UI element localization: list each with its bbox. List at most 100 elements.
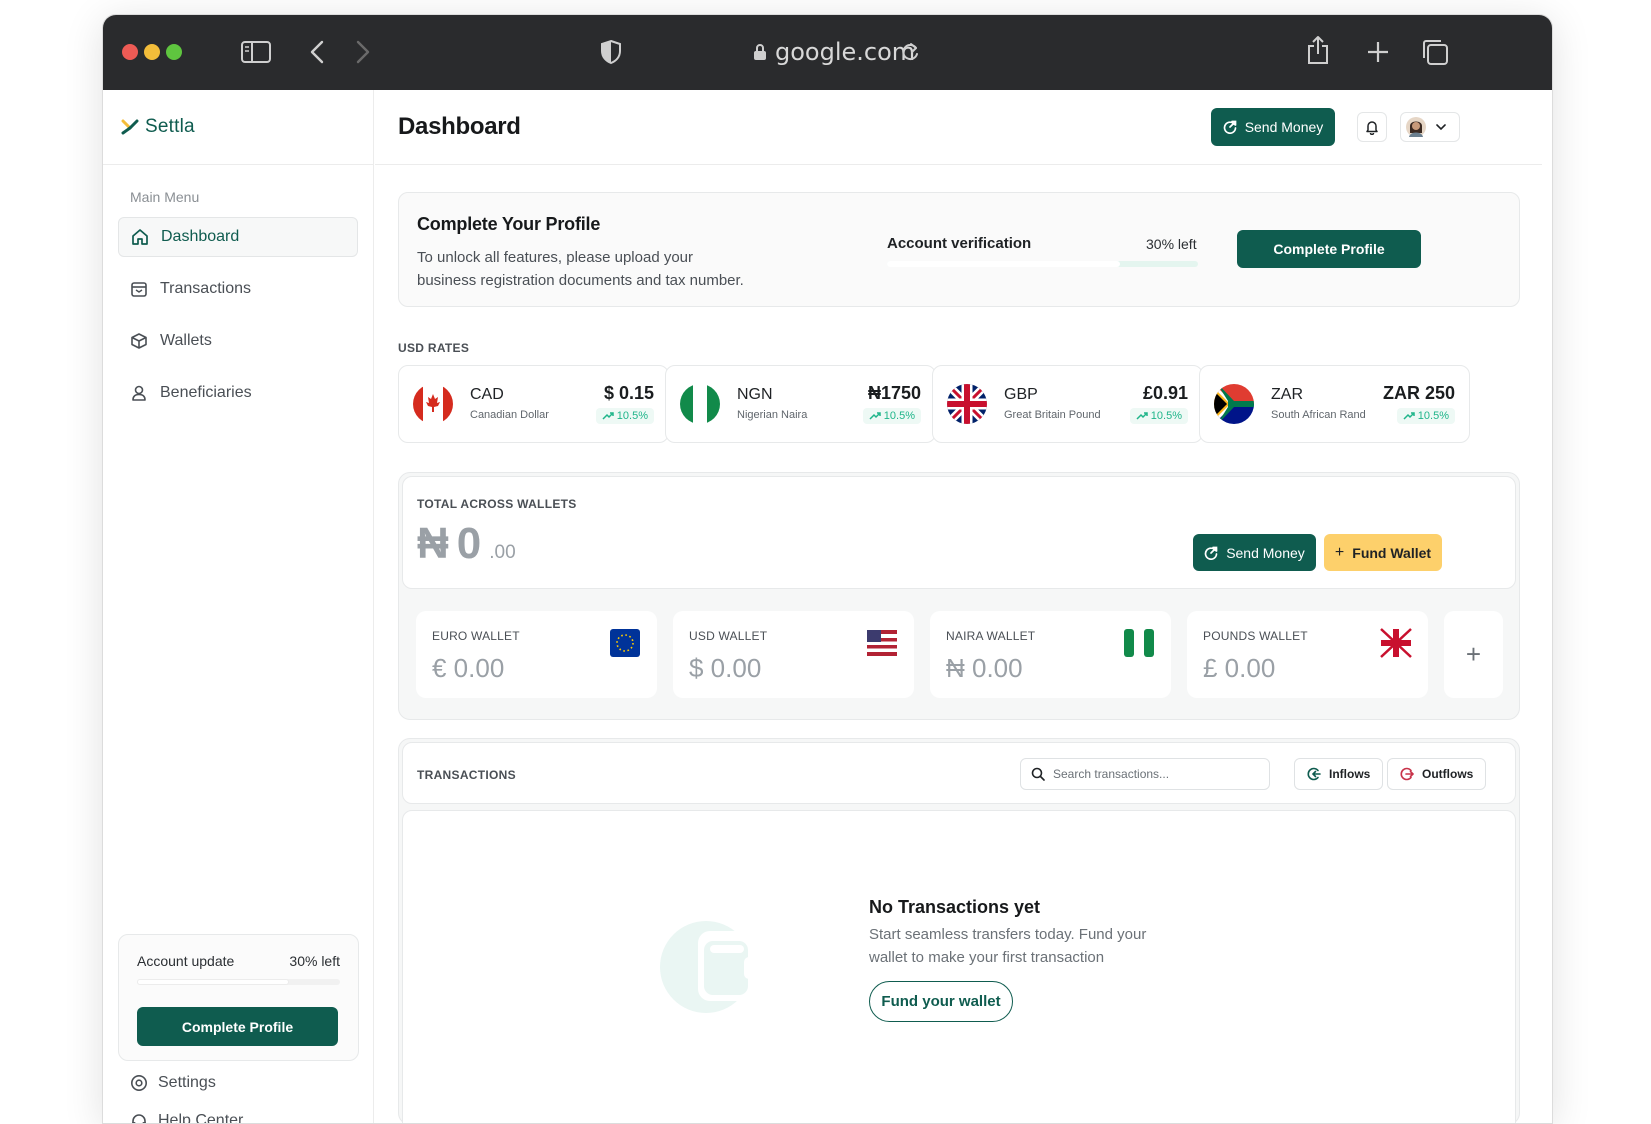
- complete-profile-button[interactable]: Complete Profile: [1237, 230, 1421, 268]
- header-send-money-button[interactable]: Send Money: [1211, 108, 1335, 146]
- wallet-label: NAIRA WALLET: [946, 629, 1036, 643]
- total-caption: TOTAL ACROSS WALLETS: [417, 497, 577, 511]
- url-text: google.com: [775, 38, 916, 66]
- sidebar-item-beneficiaries[interactable]: Beneficiaries: [118, 373, 358, 413]
- total-whole: 0: [456, 519, 482, 568]
- rate-code: GBP: [1004, 386, 1038, 403]
- description-line: To unlock all features, please upload yo…: [417, 249, 694, 266]
- user-menu[interactable]: [1400, 112, 1460, 142]
- send-money-label: Send Money: [1244, 119, 1324, 135]
- account-update-progress-fill: [137, 979, 290, 985]
- fund-your-wallet-button[interactable]: Fund your wallet: [869, 981, 1013, 1022]
- fund-wallet-button[interactable]: + Fund Wallet: [1324, 534, 1442, 571]
- sidebar: Settla Main Menu Dashboard Transactions: [103, 90, 374, 1124]
- sidebar-item-label: Wallets: [160, 332, 212, 349]
- rate-card-zar[interactable]: ZAR South African Rand ZAR 250 10.5%: [1199, 365, 1470, 443]
- brand-name: Settla: [145, 116, 195, 137]
- wallet-card-pounds[interactable]: POUNDS WALLET £ 0.00: [1187, 611, 1428, 698]
- settla-logo-icon: [121, 119, 139, 135]
- total-balance-panel: TOTAL ACROSS WALLETS ₦ 0 .00 Send Money …: [402, 476, 1516, 589]
- maximize-window-button[interactable]: [166, 44, 182, 60]
- account-update-label: Account update: [137, 953, 235, 969]
- sidebar-item-wallets[interactable]: Wallets: [118, 321, 358, 361]
- complete-profile-title: Complete Your Profile: [417, 214, 601, 234]
- privacy-shield-icon[interactable]: [600, 39, 622, 65]
- rate-value: $ 0.15: [603, 383, 654, 403]
- rate-card-ngn[interactable]: NGN Nigerian Naira ₦1750 10.5%: [665, 365, 936, 443]
- wallet-amount: ₦ 0.00: [946, 653, 1023, 683]
- sidebar-item-transactions[interactable]: Transactions: [118, 269, 358, 309]
- inflows-label: Inflows: [1329, 767, 1371, 781]
- outflows-filter-button[interactable]: Outflows: [1387, 758, 1487, 790]
- wallet-amount: $ 0.00: [689, 653, 762, 683]
- empty-wallet-illustration-icon: [660, 921, 756, 1013]
- settings-label: Settings: [158, 1074, 216, 1091]
- total-currency: ₦: [417, 519, 449, 568]
- rate-name: Canadian Dollar: [470, 409, 549, 421]
- notifications-button[interactable]: [1357, 112, 1387, 142]
- rate-change-value: 10.5%: [1417, 410, 1449, 422]
- sidebar-complete-profile-button[interactable]: Complete Profile: [137, 1007, 338, 1046]
- wallet-amount: £ 0.00: [1203, 653, 1276, 683]
- search-input[interactable]: [1053, 767, 1253, 781]
- rate-change-badge: 10.5%: [1129, 408, 1188, 424]
- wallet-label: POUNDS WALLET: [1203, 629, 1308, 643]
- wallet-label: USD WALLET: [689, 629, 768, 643]
- cube-icon: [131, 333, 147, 349]
- rate-code: ZAR: [1271, 386, 1303, 403]
- wallets-section: TOTAL ACROSS WALLETS ₦ 0 .00 Send Money …: [398, 472, 1520, 720]
- account-update-progress: [137, 979, 340, 985]
- complete-profile-description: To unlock all features, please upload yo…: [417, 246, 744, 292]
- nigeria-flag-icon: [680, 384, 720, 424]
- account-update-left: 30% left: [289, 953, 340, 969]
- help-center-label: Help Center: [158, 1112, 244, 1124]
- description-line: business registration documents and tax …: [417, 272, 744, 289]
- account-verification-progress-fill: [887, 261, 1121, 267]
- transactions-section: TRANSACTIONS Inflows: [398, 738, 1520, 1123]
- main-menu-caption: Main Menu: [130, 189, 200, 205]
- trend-up-icon: [1403, 412, 1415, 420]
- account-update-card: Account update 30% left Complete Profile: [118, 934, 359, 1061]
- sidebar-item-dashboard[interactable]: Dashboard: [118, 217, 358, 257]
- address-bar[interactable]: google.com: [753, 35, 915, 69]
- inflows-filter-button[interactable]: Inflows: [1294, 758, 1384, 790]
- browser-toolbar: google.com: [103, 15, 1552, 90]
- search-transactions[interactable]: [1020, 758, 1270, 790]
- search-icon: [1031, 767, 1045, 781]
- add-wallet-button[interactable]: +: [1444, 611, 1503, 698]
- wallet-card-usd[interactable]: USD WALLET $ 0.00: [673, 611, 914, 698]
- rate-name: Great Britain Pound: [1004, 409, 1101, 421]
- help-center-link[interactable]: Help Center: [130, 1112, 244, 1124]
- account-verification-label: Account verification: [887, 235, 1032, 252]
- sidebar-toggle-icon[interactable]: [241, 41, 271, 63]
- reload-icon[interactable]: [900, 41, 920, 63]
- back-arrow-icon[interactable]: [310, 40, 324, 64]
- wallet-card-naira[interactable]: NAIRA WALLET ₦ 0.00: [930, 611, 1171, 698]
- rate-card-gbp[interactable]: GBP Great Britain Pound £0.91 10.5%: [932, 365, 1203, 443]
- settings-link[interactable]: Settings: [130, 1074, 216, 1092]
- user-icon: [132, 385, 146, 401]
- uk-flag-icon: [947, 384, 987, 424]
- wallet-card-euro[interactable]: EURO WALLET € 0.00: [416, 611, 657, 698]
- account-verification-progress: [887, 261, 1198, 267]
- share-icon[interactable]: [1306, 35, 1330, 65]
- wallet-label: EURO WALLET: [432, 629, 520, 643]
- calendar-icon: [131, 282, 147, 297]
- transactions-empty-state: No Transactions yet Start seamless trans…: [402, 810, 1516, 1123]
- rate-name: South African Rand: [1271, 409, 1366, 421]
- minimize-window-button[interactable]: [144, 44, 160, 60]
- new-tab-icon[interactable]: [1366, 40, 1390, 64]
- send-icon: [1223, 120, 1237, 134]
- plus-icon: +: [1334, 543, 1345, 561]
- close-window-button[interactable]: [122, 44, 138, 60]
- wallet-send-money-button[interactable]: Send Money: [1193, 534, 1316, 571]
- forward-arrow-icon[interactable]: [356, 40, 370, 64]
- rate-value: ZAR 250: [1382, 383, 1455, 403]
- account-verification-left: 30% left: [1146, 236, 1197, 252]
- rate-card-cad[interactable]: CAD Canadian Dollar $ 0.15 10.5%: [398, 365, 669, 443]
- rate-value: £0.91: [1142, 383, 1188, 403]
- tab-overview-icon[interactable]: [1421, 38, 1449, 66]
- total-balance: ₦ 0 .00: [417, 519, 516, 569]
- canada-flag-icon: [413, 384, 453, 424]
- brand[interactable]: Settla: [103, 90, 373, 165]
